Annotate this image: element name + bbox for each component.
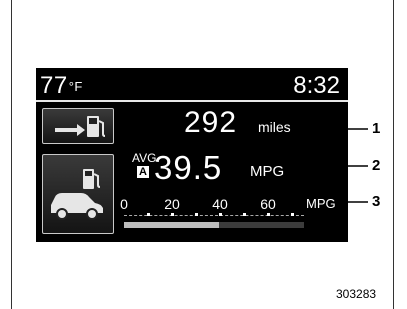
figure-code: 303283	[336, 287, 377, 301]
callout-number: 2	[372, 157, 381, 174]
callout-number: 3	[372, 193, 381, 210]
callout-brackets	[336, 115, 368, 212]
callout-number: 1	[372, 120, 381, 137]
